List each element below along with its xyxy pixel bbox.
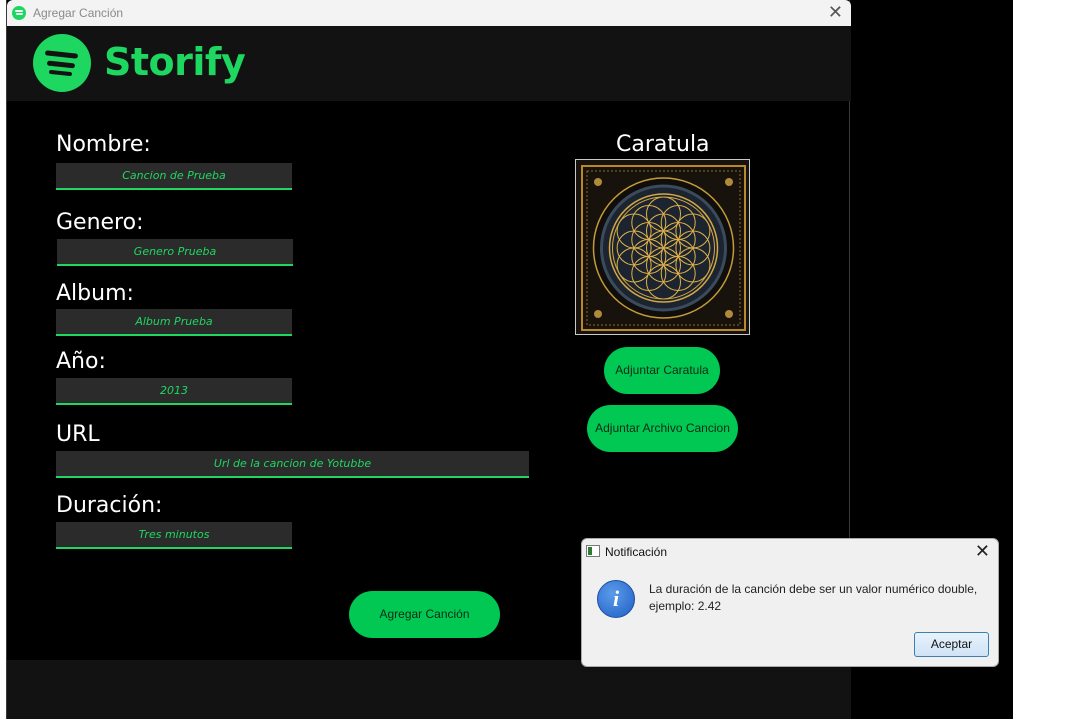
album-cover-art <box>576 160 749 334</box>
dialog-close-icon[interactable]: ✕ <box>975 541 990 562</box>
album-field[interactable]: Album Prueba <box>56 309 292 336</box>
notification-dialog: Notificación ✕ i La duración de la canci… <box>581 538 999 667</box>
nombre-label: Nombre: <box>56 132 151 157</box>
dialog-title: Notificación <box>605 545 668 559</box>
caratula-title: Caratula <box>616 132 710 157</box>
adjuntar-caratula-button[interactable]: Adjuntar Caratula <box>604 347 720 394</box>
duracion-label: Duración: <box>56 493 163 518</box>
anio-field[interactable]: 2013 <box>56 378 292 405</box>
anio-label: Año: <box>56 349 106 374</box>
adjuntar-archivo-cancion-button[interactable]: Adjuntar Archivo Cancion <box>587 405 738 452</box>
dialog-titlebar: Notificación ✕ <box>582 539 998 565</box>
dialog-app-icon <box>586 545 600 557</box>
window-close-icon[interactable]: ✕ <box>828 2 843 23</box>
nombre-field[interactable]: Cancion de Prueba <box>56 163 292 190</box>
brand-name: Storify <box>104 40 246 84</box>
app-footer <box>7 660 851 719</box>
album-cover-image <box>575 159 750 335</box>
agregar-cancion-button[interactable]: Agregar Canción <box>349 591 500 638</box>
window-titlebar: Agregar Canción ✕ <box>7 0 851 26</box>
album-label: Album: <box>56 281 134 306</box>
genero-field[interactable]: Genero Prueba <box>57 239 293 266</box>
app-header: Storify <box>7 26 851 101</box>
url-field[interactable]: Url de la cancion de Yotubbe <box>56 451 529 478</box>
genero-label: Genero: <box>56 210 144 235</box>
url-label: URL <box>56 422 100 447</box>
aceptar-button[interactable]: Aceptar <box>914 632 989 657</box>
info-icon: i <box>597 580 635 618</box>
dialog-message: La duración de la canción debe ser un va… <box>649 582 978 613</box>
spotify-logo-icon <box>33 34 91 92</box>
duracion-field[interactable]: Tres minutos <box>56 522 292 549</box>
spotify-app-icon <box>12 6 26 20</box>
window-title: Agregar Canción <box>33 6 124 20</box>
